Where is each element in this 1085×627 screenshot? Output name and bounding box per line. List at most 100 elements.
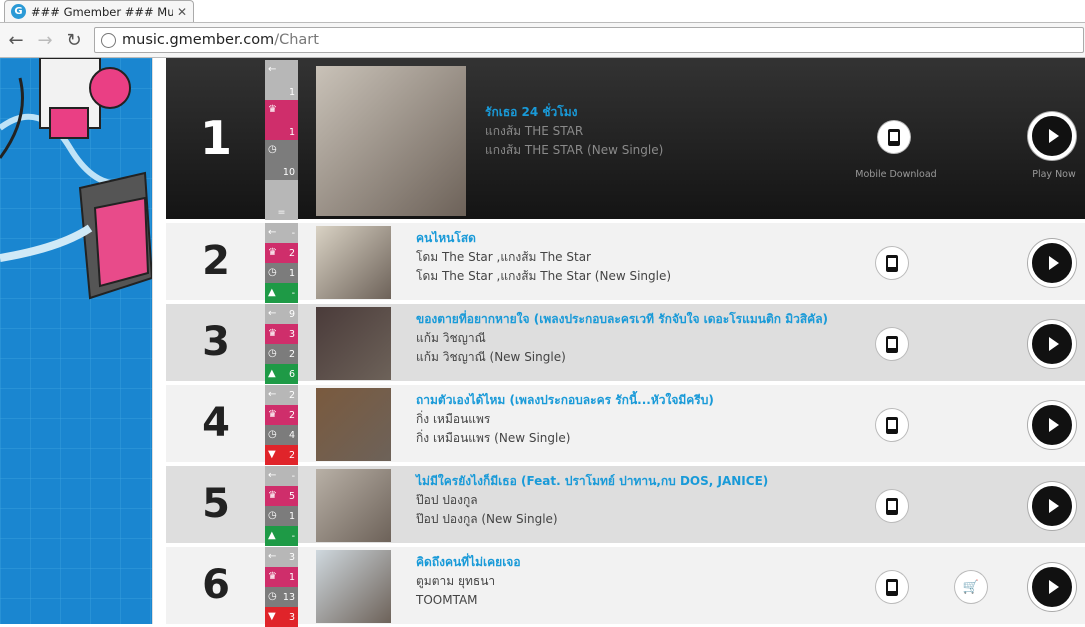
album-name: TOOMTAM <box>416 593 478 607</box>
album-cover-image[interactable] <box>316 388 391 461</box>
previous-position-icon: ← <box>268 389 277 400</box>
position-change: = <box>265 180 298 220</box>
song-title-link[interactable]: ไม่มีใครยังไงก็มีเธอ (Feat. ปราโมทย์ ปาท… <box>416 472 768 491</box>
album-name: ป๊อป ปองกูล (New Single) <box>416 512 558 526</box>
mobile-phone-icon <box>886 335 898 353</box>
rank-number: 3 <box>202 318 230 365</box>
weeks-on-chart: ◷ 1 <box>265 506 298 526</box>
close-tab-icon[interactable]: ✕ <box>177 5 187 19</box>
chart-stats: ← 2 ♛ 2 ◷ 4 ▼ 2 <box>265 385 298 465</box>
peak-position: ♛ 2 <box>265 405 298 425</box>
chart-stats: ← 3 ♛ 1 ◷ 13 ▼ 3 <box>265 547 298 627</box>
weeks-on-chart: ◷ 10 <box>265 140 298 180</box>
rank-number: 4 <box>202 399 230 446</box>
position-change-value: = <box>277 207 286 218</box>
mobile-download-label: Mobile Download <box>855 169 937 180</box>
play-button[interactable] <box>1028 401 1076 449</box>
mobile-download-button[interactable] <box>876 571 908 603</box>
tab-strip: G ### Gmember ### Music ✕ <box>0 0 1085 22</box>
position-change: ▲ - <box>265 283 298 303</box>
mobile-download-button[interactable] <box>878 121 910 153</box>
mobile-phone-icon <box>886 254 898 272</box>
scroll-rail <box>152 58 166 624</box>
address-bar[interactable]: music.gmember.com /Chart <box>94 27 1084 53</box>
chart-stats: ← 9 ♛ 3 ◷ 2 ▲ 6 <box>265 304 298 384</box>
mobile-phone-icon <box>888 128 900 146</box>
reload-icon[interactable]: ↻ <box>62 28 86 52</box>
mobile-download-button[interactable] <box>876 409 908 441</box>
album-cover-image[interactable] <box>316 469 391 542</box>
weeks-on-chart-value: 4 <box>288 429 295 441</box>
music-chart: 1 ← 1 ♛ 1 ◷ 10 = รักเธอ 24 ชั่วโมง แกงส้ม THE STA… <box>166 58 1085 627</box>
previous-position-value: 2 <box>288 389 295 401</box>
album-cover-image[interactable] <box>316 550 391 623</box>
artist-name: โดม The Star ,แกงส้ม The Star <box>416 250 591 264</box>
mobile-download-button[interactable] <box>876 328 908 360</box>
previous-position-value: - <box>291 470 295 482</box>
song-title-link[interactable]: คิดถึงคนที่ไม่เคยเจอ <box>416 553 521 572</box>
weeks-on-chart-value: 1 <box>288 267 295 279</box>
artist-name: แก้ม วิชญาณี <box>416 331 486 345</box>
position-change-icon: ▲ <box>268 368 276 379</box>
song-title-link[interactable]: รักเธอ 24 ชั่วโมง <box>485 103 663 122</box>
chart-row: 1 ← 1 ♛ 1 ◷ 10 = รักเธอ 24 ชั่วโมง แกงส้ม THE STA… <box>166 58 1085 221</box>
album-cover-image[interactable] <box>316 226 391 299</box>
previous-position: ← 3 <box>265 547 298 567</box>
weeks-on-chart: ◷ 4 <box>265 425 298 445</box>
peak-position-icon: ♛ <box>268 490 277 501</box>
rank-number: 6 <box>202 561 230 608</box>
position-change-value: - <box>291 530 295 542</box>
song-title-link[interactable]: คนไหนโสด <box>416 229 671 248</box>
album-cover-image[interactable] <box>316 307 391 380</box>
previous-position-value: - <box>291 227 295 239</box>
chart-row: 6 ← 3 ♛ 1 ◷ 13 ▼ 3 คิดถึงคนที่ไม่เคยเจอ ตูมตาม ยุท… <box>166 547 1085 627</box>
previous-position-icon: ← <box>268 308 277 319</box>
play-button[interactable] <box>1028 112 1076 160</box>
chart-stats: ← - ♛ 2 ◷ 1 ▲ - <box>265 223 298 303</box>
peak-position: ♛ 5 <box>265 486 298 506</box>
position-change-icon: ▼ <box>268 449 276 460</box>
previous-position-value: 9 <box>288 308 295 320</box>
song-title-link[interactable]: ถามตัวเองได้ไหม (เพลงประกอบละคร รักนี้..… <box>416 391 714 410</box>
previous-position-icon: ← <box>268 227 277 238</box>
url-host: music.gmember.com <box>122 32 275 48</box>
weeks-on-chart-icon: ◷ <box>268 510 277 521</box>
artist-name: ป๊อป ปองกูล <box>416 493 478 507</box>
weeks-on-chart-icon: ◷ <box>268 348 277 359</box>
browser-toolbar: ← → ↻ music.gmember.com /Chart <box>0 22 1085 58</box>
mobile-phone-icon <box>886 497 898 515</box>
play-button[interactable] <box>1028 482 1076 530</box>
album-name: แก้ม วิชญาณี (New Single) <box>416 350 566 364</box>
browser-tab[interactable]: G ### Gmember ### Music ✕ <box>4 0 194 22</box>
album-name: โดม The Star ,แกงส้ม The Star (New Singl… <box>416 269 672 283</box>
previous-position-value: 3 <box>288 551 295 563</box>
forward-arrow-icon[interactable]: → <box>33 28 57 52</box>
peak-position-value: 3 <box>288 328 295 340</box>
weeks-on-chart: ◷ 13 <box>265 587 298 607</box>
weeks-on-chart-icon: ◷ <box>268 267 277 278</box>
peak-position-icon: ♛ <box>268 104 277 115</box>
rank-number: 2 <box>202 237 230 284</box>
weeks-on-chart-value: 2 <box>288 348 295 360</box>
peak-position-value: 5 <box>288 490 295 502</box>
mobile-download-button[interactable] <box>876 490 908 522</box>
decorative-background-art <box>0 58 152 624</box>
mobile-phone-icon <box>886 578 898 596</box>
artist-name: ตูมตาม ยุทธนา <box>416 574 496 588</box>
album-cover-image[interactable] <box>316 66 466 216</box>
artist-name: กิ่ง เหมือนแพร <box>416 412 491 426</box>
buy-cart-button[interactable]: 🛒 <box>955 571 987 603</box>
song-info: รักเธอ 24 ชั่วโมง แกงส้ม THE STAR แกงส้ม T… <box>485 103 663 160</box>
chart-row: 5 ← - ♛ 5 ◷ 1 ▲ - ไม่มีใครยังไงก็มีเธอ (Feat. ปรา… <box>166 466 1085 546</box>
peak-position-icon: ♛ <box>268 328 277 339</box>
mobile-download-button[interactable] <box>876 247 908 279</box>
song-title-link[interactable]: ของตายที่อยากหายใจ (เพลงประกอบละครเวที ร… <box>416 310 828 329</box>
back-arrow-icon[interactable]: ← <box>4 28 28 52</box>
rank-number: 5 <box>202 480 230 527</box>
previous-position-icon: ← <box>268 551 277 562</box>
play-button[interactable] <box>1028 239 1076 287</box>
weeks-on-chart-icon: ◷ <box>268 591 277 602</box>
peak-position-icon: ♛ <box>268 247 277 258</box>
play-button[interactable] <box>1028 320 1076 368</box>
play-button[interactable] <box>1028 563 1076 611</box>
